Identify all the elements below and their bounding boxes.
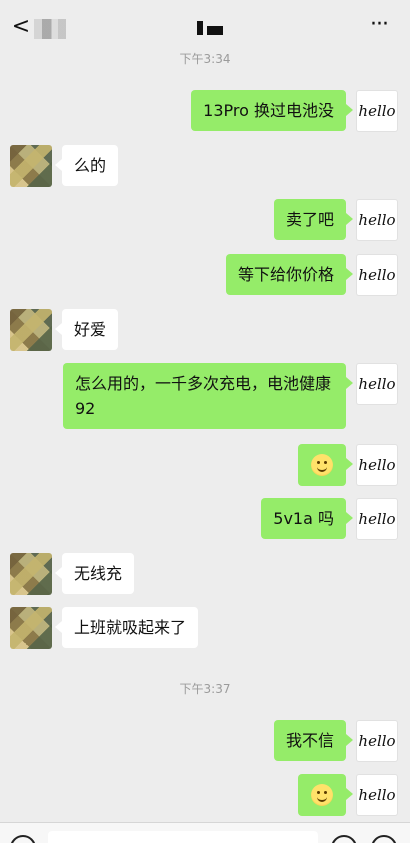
smile-emoji-icon — [311, 454, 333, 476]
chat-header: < ··· — [0, 0, 410, 52]
input-bar — [0, 822, 410, 843]
self-avatar[interactable]: hello — [356, 254, 398, 296]
message-row: 无线充 — [0, 553, 410, 595]
message-row: 13Pro 换过电池没 hello — [0, 90, 410, 132]
message-input[interactable] — [48, 831, 318, 843]
message-row: 等下给你价格 hello — [0, 254, 410, 296]
contact-avatar[interactable] — [10, 553, 52, 595]
message-row: hello — [0, 444, 410, 486]
emoji-icon[interactable] — [331, 835, 357, 843]
self-avatar[interactable]: hello — [356, 774, 398, 816]
self-avatar[interactable]: hello — [356, 720, 398, 762]
message-bubble-self[interactable]: 5v1a 吗 — [261, 498, 353, 539]
plus-icon[interactable] — [371, 835, 397, 843]
voice-icon[interactable] — [10, 835, 36, 843]
message-row: 么的 — [0, 145, 410, 187]
message-row: 卖了吧 hello — [0, 199, 410, 241]
message-bubble-self[interactable]: 怎么用的，一千多次充电，电池健康 92 — [63, 363, 353, 429]
message-bubble-self[interactable]: 卖了吧 — [273, 199, 354, 240]
message-bubble-self[interactable] — [298, 444, 353, 486]
message-row: 5v1a 吗 hello — [0, 498, 410, 540]
self-avatar[interactable]: hello — [356, 363, 398, 405]
more-icon[interactable]: ··· — [366, 14, 392, 40]
contact-avatar[interactable] — [10, 309, 52, 351]
message-bubble-self[interactable] — [298, 774, 353, 816]
self-avatar[interactable]: hello — [356, 444, 398, 486]
message-bubble-self[interactable]: 13Pro 换过电池没 — [191, 90, 353, 131]
message-row: 怎么用的，一千多次充电，电池健康 92 hello — [0, 363, 410, 431]
message-bubble-contact[interactable]: 好爱 — [54, 309, 119, 350]
smile-emoji-icon — [311, 784, 333, 806]
contact-avatar[interactable] — [10, 145, 52, 187]
message-row: 好爱 — [0, 309, 410, 351]
self-avatar[interactable]: hello — [356, 498, 398, 540]
message-row: hello — [0, 774, 410, 816]
contact-avatar[interactable] — [10, 607, 52, 649]
message-bubble-contact[interactable]: 无线充 — [54, 553, 135, 594]
message-bubble-contact[interactable]: 上班就吸起来了 — [54, 607, 199, 648]
self-avatar[interactable]: hello — [356, 90, 398, 132]
timestamp: 下午3:34 — [179, 52, 231, 66]
message-bubble-contact[interactable]: 么的 — [54, 145, 119, 186]
message-bubble-self[interactable]: 等下给你价格 — [225, 254, 354, 295]
title-redaction — [197, 21, 227, 35]
message-row: 上班就吸起来了 — [0, 607, 410, 649]
message-row: 我不信 hello — [0, 720, 410, 762]
message-bubble-self[interactable]: 我不信 — [273, 720, 354, 761]
self-avatar[interactable]: hello — [356, 199, 398, 241]
timestamp: 下午3:37 — [179, 682, 231, 696]
